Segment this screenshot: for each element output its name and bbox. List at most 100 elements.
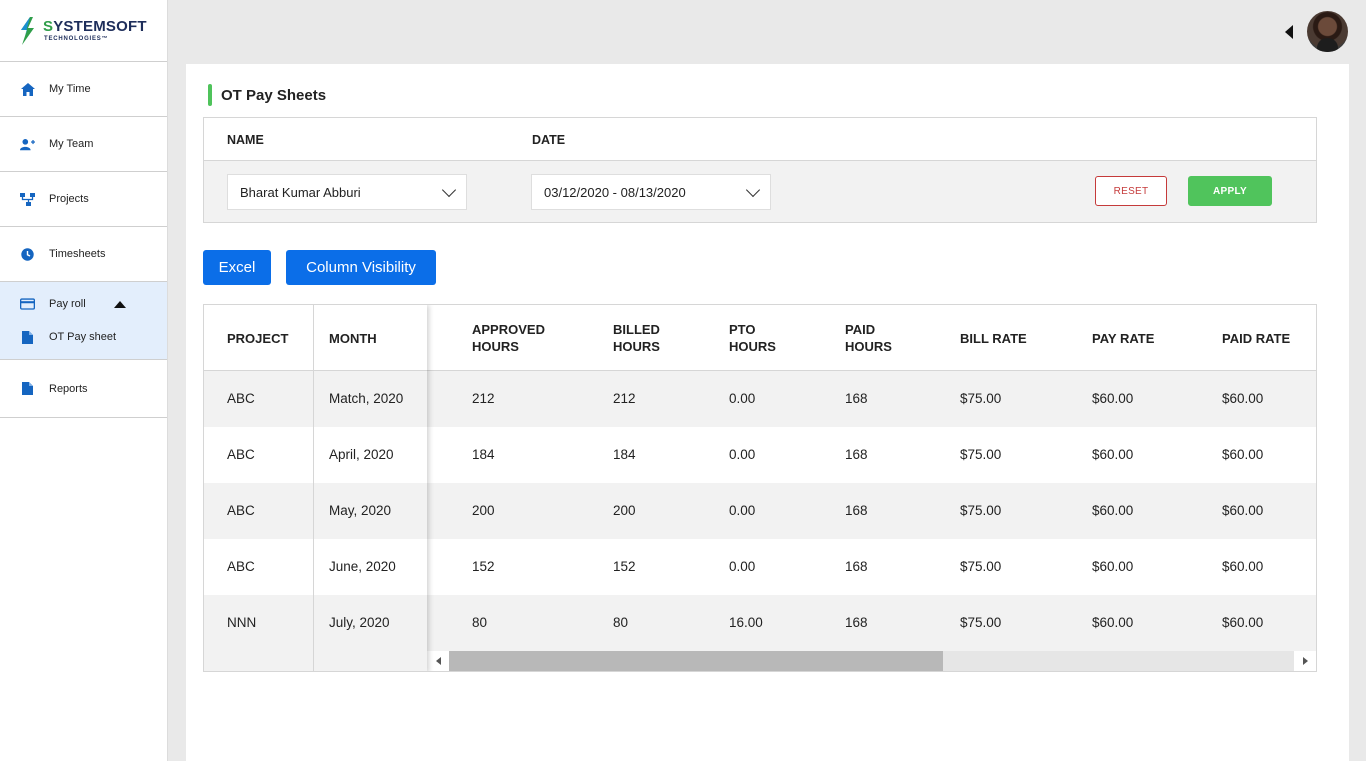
paid-hours-cell: 168	[845, 615, 868, 630]
frozen-row[interactable]: ABC Match, 2020	[204, 371, 427, 427]
name-filter-label: NAME	[227, 133, 264, 147]
header-line: BILLED	[613, 322, 660, 337]
column-visibility-button[interactable]: Column Visibility	[286, 250, 436, 285]
frozen-row[interactable]: ABC May, 2020	[204, 483, 427, 539]
project-cell: NNN	[227, 615, 257, 630]
collapse-caret-icon[interactable]	[113, 300, 126, 308]
sidebar-item-timesheets[interactable]: Timesheets	[0, 227, 167, 282]
sidebar-item-payroll[interactable]: Pay roll	[0, 296, 167, 312]
page-title-text: OT Pay Sheets	[221, 86, 327, 104]
name-select[interactable]: Bharat Kumar Abburi	[227, 174, 467, 210]
sidebar-item-reports[interactable]: Reports	[0, 360, 167, 418]
horizontal-scrollbar[interactable]	[427, 651, 1316, 671]
column-divider	[313, 305, 314, 671]
header-paid-rate[interactable]: PAID RATE	[1222, 330, 1290, 347]
paid-rate-cell: $60.00	[1222, 447, 1264, 462]
sidebar-item-label: Reports	[49, 382, 88, 395]
paid-hours-cell: 168	[845, 391, 868, 406]
header-approved-hours[interactable]: APPROVED HOURS	[472, 321, 545, 355]
excel-button[interactable]: Excel	[203, 250, 271, 285]
pto-hours-cell: 0.00	[729, 447, 756, 462]
date-range-select[interactable]: 03/12/2020 - 08/13/2020	[531, 174, 771, 210]
main-card: OT Pay Sheets NAME DATE Bharat Kumar Abb…	[186, 64, 1349, 761]
avatar[interactable]	[1307, 11, 1348, 52]
pay-rate-cell: $60.00	[1092, 503, 1134, 518]
approved-hours-cell: 152	[472, 559, 495, 574]
frozen-row[interactable]: ABC April, 2020	[204, 427, 427, 483]
frozen-header-row: PROJECT MONTH	[204, 305, 427, 371]
brand-logo[interactable]: SYSTEMSOFT TECHNOLOGIES™	[0, 0, 167, 62]
apply-button[interactable]: APPLY	[1188, 176, 1272, 206]
header-project[interactable]: PROJECT	[227, 330, 288, 347]
bill-rate-cell: $75.00	[960, 503, 1002, 518]
project-cell: ABC	[227, 559, 255, 574]
header-line: HOURS	[613, 339, 660, 354]
header-billed-hours[interactable]: BILLED HOURS	[613, 321, 660, 355]
sidebar-item-my-team[interactable]: My Team	[0, 117, 167, 172]
pto-hours-cell: 0.00	[729, 503, 756, 518]
pay-rate-cell: $60.00	[1092, 391, 1134, 406]
billed-hours-cell: 152	[613, 559, 636, 574]
header-month[interactable]: MONTH	[329, 330, 377, 347]
project-cell: ABC	[227, 503, 255, 518]
month-cell: April, 2020	[329, 447, 394, 462]
billed-hours-cell: 200	[613, 503, 636, 518]
pay-rate-cell: $60.00	[1092, 615, 1134, 630]
paid-rate-cell: $60.00	[1222, 503, 1264, 518]
project-cell: ABC	[227, 447, 255, 462]
bill-rate-cell: $75.00	[960, 391, 1002, 406]
brand-tagline: TECHNOLOGIES™	[44, 36, 109, 42]
scroll-left-icon[interactable]	[427, 651, 449, 671]
paid-rate-cell: $60.00	[1222, 559, 1264, 574]
project-cell: ABC	[227, 391, 255, 406]
header-line: HOURS	[845, 339, 892, 354]
sidebar-item-label: OT Pay sheet	[49, 331, 117, 343]
scroll-right-icon[interactable]	[1294, 651, 1316, 671]
approved-hours-cell: 200	[472, 503, 495, 518]
document-icon	[20, 330, 35, 345]
filter-header: NAME DATE	[204, 118, 1316, 161]
pay-sheet-table: APPROVED HOURS BILLED HOURS PTO HOURS PAID H…	[203, 304, 1317, 672]
reset-button[interactable]: RESET	[1095, 176, 1167, 206]
billed-hours-cell: 184	[613, 447, 636, 462]
name-select-value: Bharat Kumar Abburi	[240, 184, 361, 200]
header-pay-rate[interactable]: PAY RATE	[1092, 330, 1154, 347]
billed-hours-cell: 80	[613, 615, 629, 630]
billed-hours-cell: 212	[613, 391, 636, 406]
filter-panel: NAME DATE Bharat Kumar Abburi 03/12/2020…	[203, 117, 1317, 223]
chevron-down-icon	[441, 182, 457, 198]
bill-rate-cell: $75.00	[960, 615, 1002, 630]
frozen-filler	[204, 651, 427, 671]
header-bill-rate[interactable]: BILL RATE	[960, 330, 1027, 347]
header-line: APPROVED	[472, 322, 545, 337]
clock-icon	[20, 247, 35, 262]
page-title: OT Pay Sheets	[208, 84, 326, 106]
pto-hours-cell: 0.00	[729, 391, 756, 406]
header-line: HOURS	[472, 339, 519, 354]
scroll-thumb[interactable]	[449, 651, 943, 671]
approved-hours-cell: 184	[472, 447, 495, 462]
sidebar: SYSTEMSOFT TECHNOLOGIES™ My Time My Team…	[0, 0, 168, 761]
paid-rate-cell: $60.00	[1222, 391, 1264, 406]
approved-hours-cell: 80	[472, 615, 488, 630]
month-cell: July, 2020	[329, 615, 390, 630]
sidebar-item-projects[interactable]: Projects	[0, 172, 167, 227]
sidebar-group-payroll: Pay roll OT Pay sheet	[0, 282, 167, 360]
approved-hours-cell: 212	[472, 391, 495, 406]
card-icon	[20, 297, 35, 312]
sidebar-item-label: Projects	[49, 193, 89, 205]
sidebar-toggle-icon[interactable]	[1285, 25, 1293, 39]
header-line: HOURS	[729, 339, 776, 354]
sidebar-item-ot-pay-sheet[interactable]: OT Pay sheet	[0, 329, 167, 345]
header-line: PAID	[845, 322, 876, 337]
filter-body: Bharat Kumar Abburi 03/12/2020 - 08/13/2…	[204, 161, 1316, 222]
paid-hours-cell: 168	[845, 559, 868, 574]
header-pto-hours[interactable]: PTO HOURS	[729, 321, 776, 355]
frozen-row[interactable]: ABC June, 2020	[204, 539, 427, 595]
header-paid-hours[interactable]: PAID HOURS	[845, 321, 892, 355]
header-line: PTO	[729, 322, 756, 337]
sidebar-item-my-time[interactable]: My Time	[0, 62, 167, 117]
brand-name: YSTEMSOFT	[53, 18, 147, 35]
frozen-row[interactable]: NNN July, 2020	[204, 595, 427, 651]
pay-rate-cell: $60.00	[1092, 447, 1134, 462]
